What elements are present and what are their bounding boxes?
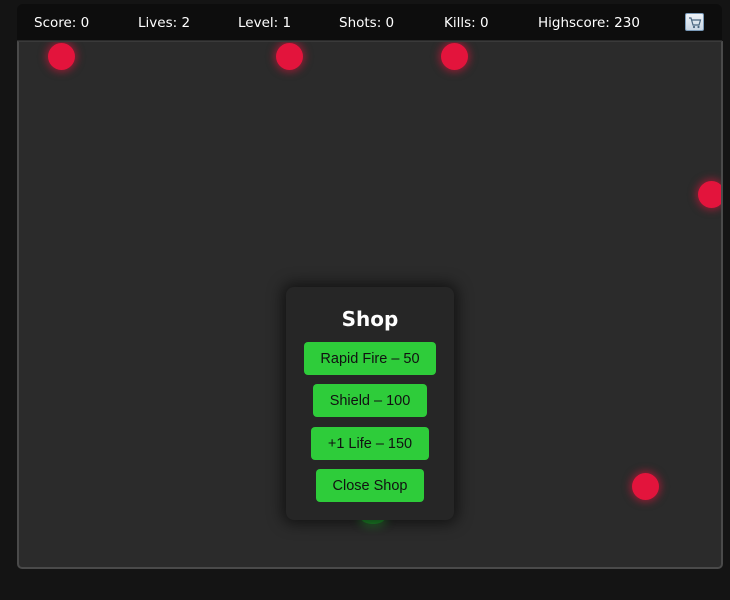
close-shop-button[interactable]: Close Shop	[316, 469, 424, 502]
enemy	[48, 43, 75, 70]
shop-toggle-button[interactable]	[685, 13, 704, 31]
enemy	[698, 181, 721, 208]
level-display: Level: 1	[238, 15, 292, 31]
cart-icon	[689, 17, 702, 29]
enemy	[441, 43, 468, 70]
buy-shield-button[interactable]: Shield – 100	[313, 384, 427, 417]
kills-display: Kills: 0	[444, 15, 489, 31]
shop-panel: Shop Rapid Fire – 50 Shield – 100 +1 Lif…	[286, 287, 454, 520]
buy-extra-life-button[interactable]: +1 Life – 150	[311, 427, 429, 460]
hud-bar: Score: 0 Lives: 2 Level: 1 Shots: 0 Kill…	[17, 4, 722, 40]
shots-display: Shots: 0	[339, 15, 395, 31]
score-display: Score: 0	[34, 15, 90, 31]
enemy	[276, 43, 303, 70]
enemy	[632, 473, 659, 500]
game-window: Score: 0 Lives: 2 Level: 1 Shots: 0 Kill…	[0, 0, 730, 600]
shop-title: Shop	[341, 307, 399, 331]
buy-rapid-fire-button[interactable]: Rapid Fire – 50	[304, 342, 436, 375]
highscore-display: Highscore: 230	[538, 15, 640, 31]
lives-display: Lives: 2	[138, 15, 191, 31]
